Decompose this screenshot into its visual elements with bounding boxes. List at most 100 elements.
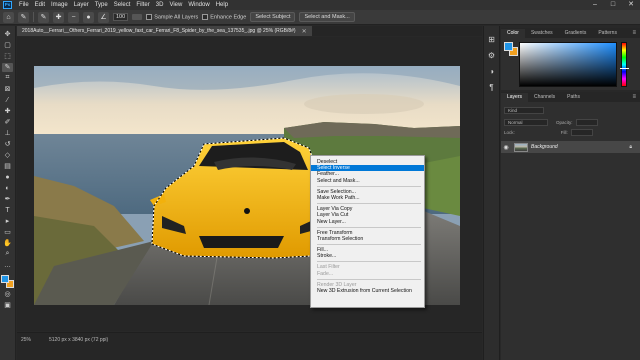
tools-panel: ✥ ▢ ⬚ ✎ ⌗ ⊠ ⁄ ✚ ✐ ⊥ ↺ ◇ ▤ ● ◐ ✒ T ▸ ▭ ✋ … xyxy=(0,26,16,360)
select-and-mask-button[interactable]: Select and Mask... xyxy=(299,12,355,22)
zoom-level[interactable]: 25% xyxy=(21,337,31,343)
marquee-tool-icon[interactable]: ⬚ xyxy=(2,52,13,61)
quick-mask-icon[interactable]: ◎ xyxy=(2,290,13,299)
frame-tool-icon[interactable]: ⊠ xyxy=(2,85,13,94)
zoom-tool-icon[interactable]: ⌕ xyxy=(2,250,13,259)
properties-icon[interactable]: ⚙ xyxy=(486,50,497,60)
menu-separator xyxy=(317,278,421,280)
checkbox-icon[interactable] xyxy=(146,13,153,20)
menu-window[interactable]: Window xyxy=(185,0,212,10)
layer-row-background[interactable]: ◉ Background 🔒︎ xyxy=(501,141,640,153)
menu-file[interactable]: File xyxy=(16,0,32,10)
enhance-edge-checkbox[interactable]: Enhance Edge xyxy=(202,13,246,20)
photoshop-logo[interactable]: Ps xyxy=(3,1,12,9)
color-panel: Color Swatches Gradients Patterns ≡ xyxy=(501,28,640,90)
close-button[interactable]: ✕ xyxy=(622,0,640,10)
window-controls: – □ ✕ xyxy=(586,0,640,10)
paragraph-icon[interactable]: ¶ xyxy=(486,82,497,92)
menu-image[interactable]: Image xyxy=(48,0,71,10)
gradient-tool-icon[interactable]: ▤ xyxy=(2,162,13,171)
menu-item-select-and-mask[interactable]: Select and Mask... xyxy=(311,178,424,184)
menu-filter[interactable]: Filter xyxy=(133,0,152,10)
fill-field[interactable] xyxy=(570,129,593,136)
pen-tool-icon[interactable]: ✒ xyxy=(2,195,13,204)
eye-icon[interactable]: ◉ xyxy=(501,144,511,151)
subtract-from-selection-icon[interactable]: − xyxy=(68,11,79,23)
color-swatches[interactable] xyxy=(1,274,14,288)
select-subject-button[interactable]: Select Subject xyxy=(250,12,296,22)
document-tab-bar: 2018Auto__Ferrari__Others_Ferrari_2019_y… xyxy=(17,26,482,36)
menu-help[interactable]: Help xyxy=(213,0,231,10)
new-selection-icon[interactable]: ✎ xyxy=(38,11,49,23)
move-tool-icon[interactable]: ✥ xyxy=(2,30,13,39)
menu-item-new-layer[interactable]: New Layer... xyxy=(311,219,424,225)
maximize-button[interactable]: □ xyxy=(604,0,622,10)
lock-label: Lock: xyxy=(504,130,515,135)
hue-slider[interactable] xyxy=(620,42,629,87)
menu-item-transform-selection[interactable]: Transform Selection xyxy=(311,236,424,242)
screen-mode-icon[interactable]: ▣ xyxy=(2,301,13,310)
menu-item-stroke[interactable]: Stroke... xyxy=(311,253,424,259)
angle-icon[interactable]: ∠ xyxy=(98,11,109,23)
dodge-tool-icon[interactable]: ◐ xyxy=(2,184,13,193)
eyedropper-tool-icon[interactable]: ⁄ xyxy=(2,96,13,105)
tab-channels[interactable]: Channels xyxy=(528,93,561,102)
adjustments-icon[interactable]: ◑ xyxy=(486,66,497,76)
menu-item-new-3d-extrusion-from-current-selection[interactable]: New 3D Extrusion from Current Selection xyxy=(311,288,424,294)
blur-tool-icon[interactable]: ● xyxy=(2,173,13,182)
brush-size-icon[interactable]: ● xyxy=(83,11,94,23)
panel-menu-icon[interactable]: ≡ xyxy=(632,29,640,38)
quick-selection-tool-icon[interactable]: ✎ xyxy=(18,11,29,23)
sample-all-layers-label: Sample All Layers xyxy=(154,14,199,21)
blend-mode-select[interactable]: Normal xyxy=(504,119,548,126)
menu-item-make-work-path[interactable]: Make Work Path... xyxy=(311,195,424,201)
add-to-selection-icon[interactable]: ✚ xyxy=(53,11,64,23)
tab-patterns[interactable]: Patterns xyxy=(592,29,623,38)
lock-row: Lock: Fill: xyxy=(504,129,593,136)
checkbox-icon[interactable] xyxy=(202,13,209,20)
sample-all-layers-checkbox[interactable]: Sample All Layers xyxy=(146,13,199,21)
foreground-color-picker[interactable] xyxy=(504,42,513,51)
tab-gradients[interactable]: Gradients xyxy=(559,29,593,38)
tab-swatches[interactable]: Swatches xyxy=(525,29,559,38)
clone-stamp-tool-icon[interactable]: ⊥ xyxy=(2,129,13,138)
history-icon[interactable]: ⊞ xyxy=(486,34,497,44)
size-value[interactable]: 100 xyxy=(113,13,129,21)
close-tab-icon[interactable]: ✕ xyxy=(302,28,307,35)
menu-type[interactable]: Type xyxy=(92,0,111,10)
menu-select[interactable]: Select xyxy=(111,0,134,10)
menu-separator xyxy=(317,226,421,228)
menu-3d[interactable]: 3D xyxy=(153,0,167,10)
layers-panel: Layers Channels Paths ≡ Kind Normal Opac… xyxy=(501,92,640,360)
size-slider[interactable] xyxy=(132,14,143,20)
minimize-button[interactable]: – xyxy=(586,0,604,10)
menu-edit[interactable]: Edit xyxy=(32,0,48,10)
crop-tool-icon[interactable]: ⌗ xyxy=(2,74,13,83)
history-brush-tool-icon[interactable]: ↺ xyxy=(2,140,13,149)
quick-selection-tool-icon[interactable]: ✎ xyxy=(2,62,13,72)
opacity-field[interactable] xyxy=(575,119,598,126)
document-tab[interactable]: 2018Auto__Ferrari__Others_Ferrari_2019_y… xyxy=(17,26,312,36)
tab-layers[interactable]: Layers xyxy=(501,93,529,102)
healing-brush-tool-icon[interactable]: ✚ xyxy=(2,107,13,116)
menu-layer[interactable]: Layer xyxy=(71,0,92,10)
tab-paths[interactable]: Paths xyxy=(561,93,586,102)
path-selection-tool-icon[interactable]: ▸ xyxy=(2,217,13,226)
menu-view[interactable]: View xyxy=(166,0,185,10)
home-icon[interactable]: ⌂ xyxy=(3,11,14,23)
document-title: 2018Auto__Ferrari__Others_Ferrari_2019_y… xyxy=(22,28,296,34)
saturation-value-field[interactable] xyxy=(519,42,617,87)
panel-menu-icon[interactable]: ≡ xyxy=(632,93,640,102)
rectangle-tool-icon[interactable]: ▭ xyxy=(2,228,13,237)
more-tools-icon[interactable]: … xyxy=(2,261,13,270)
tab-color[interactable]: Color xyxy=(501,29,525,38)
type-tool-icon[interactable]: T xyxy=(2,206,13,215)
hand-tool-icon[interactable]: ✋ xyxy=(2,239,13,248)
document-size: 5120 px x 3840 px (72 ppi) xyxy=(49,337,109,343)
kind-filter[interactable]: Kind xyxy=(504,107,544,114)
eraser-tool-icon[interactable]: ◇ xyxy=(2,151,13,160)
foreground-color-swatch[interactable] xyxy=(1,274,9,283)
artboard-tool-icon[interactable]: ▢ xyxy=(2,41,13,50)
brush-tool-icon[interactable]: ✐ xyxy=(2,118,13,127)
hue-marker[interactable] xyxy=(620,68,629,69)
